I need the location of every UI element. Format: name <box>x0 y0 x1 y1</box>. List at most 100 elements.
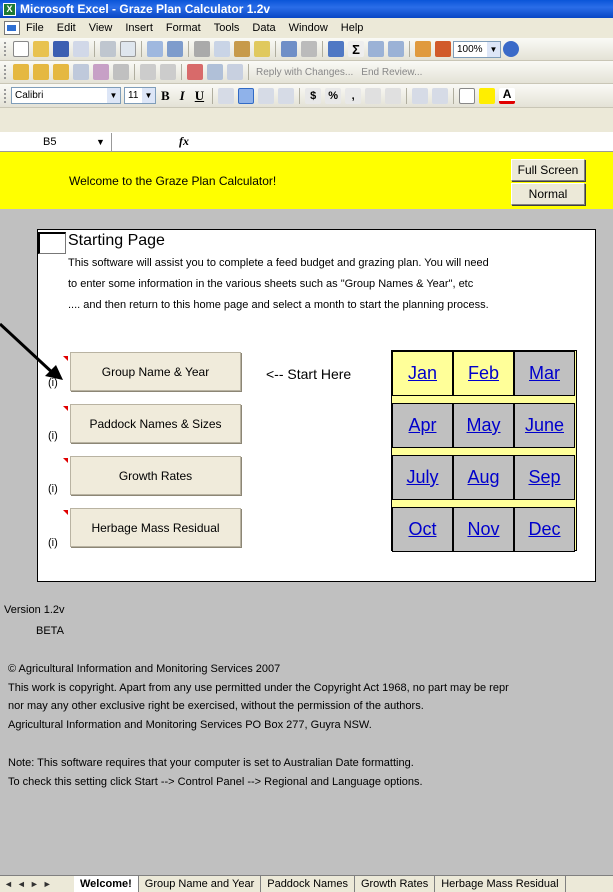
increase-indent-icon[interactable] <box>432 87 449 104</box>
decrease-indent-icon[interactable] <box>412 87 429 104</box>
sort-ascending-icon[interactable] <box>368 41 384 57</box>
month-feb[interactable]: Feb <box>453 351 514 396</box>
sort-descending-icon[interactable] <box>388 41 404 57</box>
help-icon[interactable] <box>503 41 519 57</box>
email-icon[interactable] <box>73 64 89 80</box>
month-may[interactable]: May <box>453 403 514 448</box>
autosum-icon[interactable]: Σ <box>348 41 364 57</box>
menu-help[interactable]: Help <box>341 22 364 34</box>
align-left-icon[interactable] <box>218 87 235 104</box>
currency-icon[interactable]: $ <box>305 87 322 104</box>
menu-window[interactable]: Window <box>289 22 328 34</box>
fx-icon[interactable]: fx <box>179 134 189 149</box>
hyperlink-icon[interactable] <box>328 41 344 57</box>
chevron-down-icon[interactable]: ▼ <box>96 137 105 147</box>
checkbox[interactable] <box>38 232 66 254</box>
fill-color-icon[interactable] <box>479 87 496 104</box>
undo-icon[interactable] <box>281 41 297 57</box>
info-marker[interactable]: (i) <box>48 537 58 549</box>
drawing-icon[interactable] <box>435 41 451 57</box>
tab-growth-rates[interactable]: Growth Rates <box>354 876 436 892</box>
end-review[interactable]: End Review... <box>361 67 422 78</box>
align-center-icon[interactable] <box>238 87 255 104</box>
chevron-down-icon[interactable]: ▼ <box>487 41 500 57</box>
group-name-year-button[interactable]: Group Name & Year <box>70 352 241 391</box>
name-box[interactable]: B5 ▼ <box>0 132 112 151</box>
menu-edit[interactable]: Edit <box>57 22 76 34</box>
hide-comment-icon[interactable] <box>160 64 176 80</box>
menu-insert[interactable]: Insert <box>125 22 153 34</box>
month-dec[interactable]: Dec <box>514 507 575 552</box>
chevron-down-icon[interactable]: ▼ <box>142 88 155 103</box>
growth-rates-button[interactable]: Growth Rates <box>70 456 241 495</box>
reply-with-changes[interactable]: Reply with Changes... <box>256 67 353 78</box>
redo-icon[interactable] <box>301 41 317 57</box>
percent-icon[interactable]: % <box>325 87 342 104</box>
month-apr[interactable]: Apr <box>392 403 453 448</box>
print-icon[interactable] <box>100 41 116 57</box>
folder-icon[interactable] <box>53 64 69 80</box>
menu-tools[interactable]: Tools <box>214 22 240 34</box>
copy-icon[interactable] <box>214 41 230 57</box>
cut-icon[interactable] <box>194 41 210 57</box>
menu-data[interactable]: Data <box>252 22 275 34</box>
merge-center-icon[interactable] <box>278 87 295 104</box>
herbage-mass-residual-button[interactable]: Herbage Mass Residual <box>70 508 241 547</box>
toolbar-grip[interactable] <box>4 65 7 79</box>
font-name-select[interactable]: Calibri ▼ <box>11 87 121 104</box>
tab-herbage-mass-residual[interactable]: Herbage Mass Residual <box>435 876 566 892</box>
italic-button[interactable]: I <box>180 88 185 104</box>
normal-button[interactable]: Normal <box>511 183 585 205</box>
month-oct[interactable]: Oct <box>392 507 453 552</box>
format-painter-icon[interactable] <box>254 41 270 57</box>
info-marker[interactable]: (i) <box>48 483 58 495</box>
zoom-select[interactable]: 100% ▼ <box>453 40 501 58</box>
open-icon[interactable] <box>33 41 49 57</box>
save-icon[interactable] <box>53 41 69 57</box>
research-icon[interactable] <box>167 41 183 57</box>
chevron-down-icon[interactable]: ▼ <box>107 88 120 103</box>
menu-format[interactable]: Format <box>166 22 201 34</box>
toolbar-grip[interactable] <box>4 88 7 103</box>
permission-icon[interactable] <box>73 41 89 57</box>
month-sep[interactable]: Sep <box>514 455 575 500</box>
month-jan[interactable]: Jan <box>392 351 453 396</box>
chart-wizard-icon[interactable] <box>415 41 431 57</box>
menu-file[interactable]: File <box>26 22 44 34</box>
new-icon[interactable] <box>13 41 29 57</box>
toolbar-grip[interactable] <box>4 42 7 56</box>
tab-scroll-arrows-icon[interactable]: ◄◄►► <box>0 879 74 889</box>
share-icon[interactable] <box>227 64 243 80</box>
paddock-names-sizes-button[interactable]: Paddock Names & Sizes <box>70 404 241 443</box>
bold-button[interactable]: B <box>161 88 170 104</box>
decrease-decimal-icon[interactable] <box>385 87 402 104</box>
paste-icon[interactable] <box>234 41 250 57</box>
month-nov[interactable]: Nov <box>453 507 514 552</box>
folder-icon[interactable] <box>13 64 29 80</box>
show-comment-icon[interactable] <box>140 64 156 80</box>
align-right-icon[interactable] <box>258 87 275 104</box>
month-july[interactable]: July <box>392 455 453 500</box>
month-mar[interactable]: Mar <box>514 351 575 396</box>
tab-group-name-year[interactable]: Group Name and Year <box>138 876 262 892</box>
font-color-icon[interactable]: A <box>499 87 516 104</box>
increase-decimal-icon[interactable] <box>365 87 382 104</box>
font-size-select[interactable]: 11 ▼ <box>124 87 156 104</box>
tab-paddock-names[interactable]: Paddock Names <box>261 876 355 892</box>
spelling-icon[interactable] <box>147 41 163 57</box>
folder-icon[interactable] <box>33 64 49 80</box>
underline-button[interactable]: U <box>195 88 204 104</box>
workbook-icon[interactable] <box>4 21 20 35</box>
ink-icon[interactable] <box>187 64 203 80</box>
borders-icon[interactable] <box>459 87 476 104</box>
month-june[interactable]: June <box>514 403 575 448</box>
comment-icon[interactable] <box>93 64 109 80</box>
comma-icon[interactable]: , <box>345 87 362 104</box>
month-aug[interactable]: Aug <box>453 455 514 500</box>
info-marker[interactable]: (i) <box>48 430 58 442</box>
info-marker[interactable]: (i) <box>48 377 58 389</box>
full-screen-button[interactable]: Full Screen <box>511 159 585 181</box>
delete-comment-icon[interactable] <box>113 64 129 80</box>
menu-view[interactable]: View <box>89 22 113 34</box>
track-icon[interactable] <box>207 64 223 80</box>
